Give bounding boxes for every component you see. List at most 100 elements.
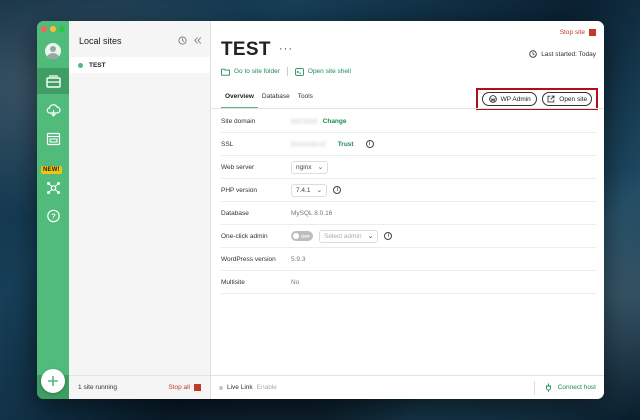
one-click-admin-toggle[interactable]: OFF	[291, 231, 313, 241]
last-started: Last started: Today	[529, 50, 596, 58]
web-server-row: Web server nginx ⌄	[221, 156, 596, 179]
sites-stack-icon	[45, 75, 61, 88]
overview-details: Site domain test.local Change SSL test.l…	[221, 110, 596, 294]
add-site-button[interactable]	[41, 369, 65, 393]
tabs-underline-divider	[211, 108, 604, 109]
php-version-selected-value: 7.4.1	[296, 186, 311, 194]
rail-blueprints-button[interactable]	[37, 126, 69, 152]
external-link-icon	[547, 95, 555, 103]
rail-help-button[interactable]: ?	[37, 203, 69, 229]
go-to-site-folder-link[interactable]: Go to site folder	[221, 68, 280, 76]
ssl-row: SSL test.local.crt Trust i	[221, 133, 596, 156]
go-to-site-folder-label: Go to site folder	[234, 68, 280, 75]
toggle-state-label: OFF	[301, 233, 310, 239]
open-site-shell-link[interactable]: Open site shell	[295, 67, 351, 76]
site-detail-panel: Stop site TEST ··· Last started: Today G…	[211, 21, 604, 399]
change-domain-link[interactable]: Change	[323, 118, 347, 125]
open-site-button[interactable]: Open site	[542, 92, 592, 106]
select-admin-placeholder: Select admin	[324, 232, 362, 240]
stop-site-button[interactable]: Stop site	[560, 29, 596, 36]
database-value: MySQL 8.0.16	[291, 209, 333, 217]
php-version-label: PHP version	[221, 186, 258, 194]
php-version-select[interactable]: 7.4.1 ⌄	[291, 183, 328, 197]
site-links: Go to site folder Open site shell	[221, 67, 351, 76]
close-window-button[interactable]	[41, 26, 47, 32]
wp-admin-label: WP Admin	[500, 95, 531, 103]
stop-square-icon	[194, 384, 201, 391]
tab-database[interactable]: Database	[258, 89, 294, 109]
avatar[interactable]	[45, 43, 61, 59]
puzzle-network-icon	[46, 182, 60, 194]
enable-live-link-button[interactable]: Enable	[257, 384, 277, 391]
plug-connect-icon	[545, 383, 551, 392]
wordpress-icon	[488, 95, 497, 103]
connect-host-button[interactable]: Connect host	[533, 380, 596, 395]
site-running-status-dot	[78, 62, 83, 68]
chevron-down-icon: ⌄	[316, 187, 323, 194]
live-link-label: Live Link	[227, 384, 253, 391]
highlighted-site-actions: WP Admin Open site	[476, 88, 598, 110]
web-server-selected-value: nginx	[296, 163, 312, 171]
one-click-admin-label: One-click admin	[221, 232, 268, 240]
last-started-label: Last started: Today	[541, 50, 596, 58]
sites-running-count: 1	[78, 384, 82, 391]
sites-panel-footer: 1 site running Stop all	[69, 375, 210, 399]
web-server-select[interactable]: nginx ⌄	[291, 160, 329, 174]
php-version-row: PHP version 7.4.1 ⌄ i	[221, 179, 596, 202]
live-link-status-dot	[219, 385, 223, 390]
site-domain-row: Site domain test.local Change	[221, 110, 596, 133]
trust-ssl-link[interactable]: Trust	[338, 141, 354, 148]
sites-running-label: site running	[83, 384, 118, 391]
wordpress-version-value: 5.9.3	[291, 255, 306, 263]
clock-icon	[529, 50, 537, 58]
multisite-label: Multisite	[221, 278, 245, 286]
rail-cloud-backups-button[interactable]	[37, 97, 69, 123]
footer-divider	[533, 380, 535, 395]
site-title: TEST	[221, 39, 271, 60]
plus-icon	[48, 376, 58, 386]
site-domain-label: Site domain	[221, 117, 256, 125]
web-server-label: Web server	[221, 163, 255, 171]
svg-text:?: ?	[51, 212, 56, 221]
stop-square-icon	[589, 29, 596, 36]
database-row: Database MySQL 8.0.16	[221, 202, 596, 225]
stop-all-label: Stop all	[168, 384, 190, 391]
site-tabs: Overview Database Tools	[221, 89, 317, 109]
clock-icon[interactable]	[178, 36, 187, 45]
chevron-down-icon: ⌄	[367, 233, 374, 240]
new-badge: NEW!	[41, 166, 62, 174]
local-sites-panel: Local sites TEST 1 site running Stop all	[69, 21, 211, 399]
local-app-window: NEW! ? Local sites TEST 1 site running S…	[37, 21, 604, 399]
wordpress-version-label: WordPress version	[221, 255, 276, 263]
minimize-window-button[interactable]	[50, 26, 56, 32]
toggle-knob	[293, 233, 299, 239]
folder-icon	[221, 68, 230, 76]
rail-local-sites-button[interactable]	[37, 68, 69, 94]
database-label: Database	[221, 209, 249, 217]
sites-panel-title: Local sites	[79, 36, 122, 46]
select-admin-dropdown[interactable]: Select admin ⌄	[319, 229, 379, 243]
stop-all-button[interactable]: Stop all	[168, 384, 201, 391]
cloud-sync-icon	[46, 104, 61, 117]
help-question-icon: ?	[46, 209, 60, 223]
info-icon[interactable]: i	[384, 232, 393, 240]
ssl-label: SSL	[221, 140, 234, 148]
open-site-label: Open site	[559, 95, 588, 103]
sites-panel-header: Local sites	[69, 21, 210, 61]
blueprint-window-icon	[46, 132, 60, 146]
rail-add-ons-button[interactable]	[37, 175, 69, 201]
tab-tools[interactable]: Tools	[294, 89, 317, 109]
terminal-icon	[295, 67, 304, 76]
zoom-window-button[interactable]	[59, 26, 65, 32]
tab-overview[interactable]: Overview	[221, 89, 258, 109]
left-rail: NEW! ?	[37, 21, 69, 399]
info-icon[interactable]: i	[333, 186, 342, 194]
wp-admin-button[interactable]: WP Admin	[482, 92, 538, 106]
collapse-double-chevron-icon[interactable]	[193, 36, 202, 45]
site-list-item-name: TEST	[89, 61, 106, 69]
site-domain-value: test.local	[291, 117, 317, 125]
more-options-button[interactable]: ···	[279, 43, 293, 55]
ssl-certificate-value: test.local.crt	[291, 140, 326, 148]
stop-site-label: Stop site	[559, 29, 585, 36]
info-icon[interactable]: i	[365, 140, 374, 148]
